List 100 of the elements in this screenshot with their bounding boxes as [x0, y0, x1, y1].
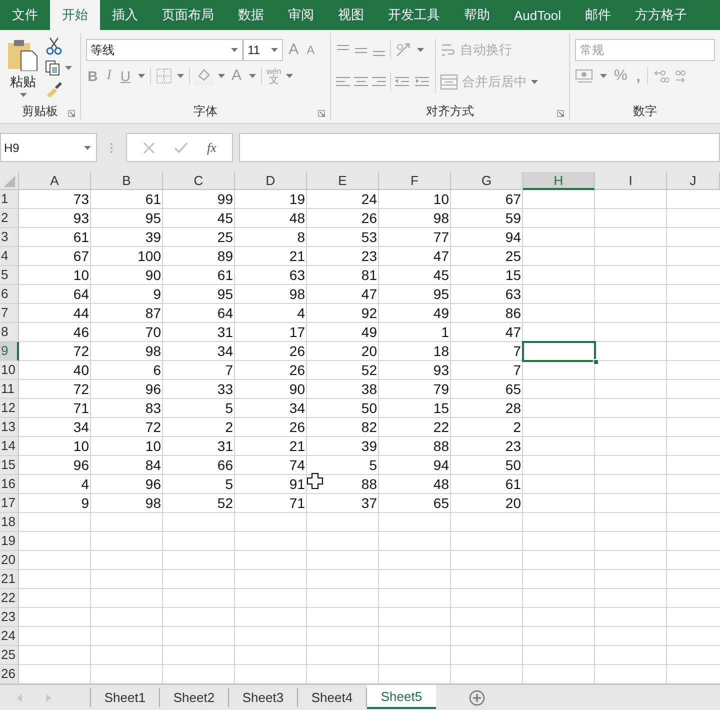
fill-handle[interactable]	[593, 359, 599, 365]
cancel-icon[interactable]	[142, 142, 155, 154]
table-cell: 48	[433, 476, 449, 492]
group-label: 数字	[633, 102, 657, 120]
row-header[interactable]: 7	[0, 304, 19, 323]
row-header[interactable]: 6	[0, 285, 19, 304]
row-header[interactable]: 13	[0, 418, 19, 437]
caret-icon[interactable]	[218, 74, 225, 78]
add-sheet-icon[interactable]	[469, 690, 485, 706]
menu-tab[interactable]: 开始	[50, 0, 100, 30]
decrease-indent-icon[interactable]	[395, 75, 412, 89]
row-header[interactable]: 21	[0, 570, 19, 589]
spreadsheet-grid[interactable]	[0, 172, 720, 684]
currency-icon[interactable]	[575, 68, 595, 84]
copy-icon[interactable]	[45, 60, 61, 76]
font-size-dropdown[interactable]: 11	[242, 39, 283, 61]
select-all-icon[interactable]	[0, 172, 19, 190]
table-cell: 23	[505, 438, 521, 454]
row-header[interactable]: 16	[0, 475, 19, 494]
caret-icon[interactable]	[600, 74, 607, 78]
dialog-launcher-icon[interactable]	[68, 110, 75, 117]
row-header[interactable]: 24	[0, 627, 19, 646]
row-header[interactable]: 12	[0, 399, 19, 418]
menu-tab[interactable]: 页面布局	[150, 0, 226, 30]
caret-icon[interactable]	[138, 74, 145, 78]
row-header[interactable]: 3	[0, 228, 19, 247]
table-cell: 64	[217, 305, 233, 321]
table-cell: 63	[505, 286, 521, 302]
scroll-left-icon[interactable]	[17, 694, 23, 702]
row-header[interactable]: 14	[0, 437, 19, 456]
row-header[interactable]: 5	[0, 266, 19, 285]
menu-tab[interactable]: 数据	[226, 0, 276, 30]
menu-tab[interactable]: 邮件	[572, 0, 623, 30]
sheet-tab[interactable]: Sheet2	[160, 688, 229, 707]
menu-tab[interactable]: 审阅	[276, 0, 326, 30]
row-header[interactable]: 18	[0, 513, 19, 532]
row-header[interactable]: 1	[0, 190, 19, 209]
scissors-icon[interactable]	[45, 37, 63, 55]
sheet-tab[interactable]: Sheet1	[91, 688, 160, 707]
name-box[interactable]: H9	[0, 133, 97, 162]
scroll-right-icon[interactable]	[45, 694, 51, 702]
row-header[interactable]: 10	[0, 361, 19, 380]
decrease-decimal-icon[interactable]	[674, 68, 686, 84]
paste-button[interactable]: 粘贴	[5, 35, 41, 100]
row-header[interactable]: 15	[0, 456, 19, 475]
border-icon[interactable]	[156, 68, 172, 84]
caret-icon	[84, 146, 91, 150]
row-header[interactable]: 9	[0, 342, 19, 361]
menu-tab[interactable]: 开发工具	[376, 0, 452, 30]
caret-icon[interactable]	[417, 48, 424, 52]
increase-indent-icon[interactable]	[415, 75, 432, 89]
row-header[interactable]: 25	[0, 646, 19, 665]
menu-tab[interactable]: 帮助	[452, 0, 502, 30]
column-header[interactable]: A	[19, 172, 91, 190]
row-header[interactable]: 23	[0, 608, 19, 627]
check-icon[interactable]	[174, 142, 188, 154]
sheet-tab[interactable]: Sheet5	[367, 685, 436, 709]
table-cell: 84	[145, 457, 161, 473]
caret-icon[interactable]	[176, 74, 184, 78]
align-left-icon[interactable]	[336, 75, 350, 89]
row-header[interactable]: 4	[0, 247, 19, 266]
column-header[interactable]: I	[595, 172, 667, 190]
table-cell: 72	[73, 381, 89, 397]
row-header[interactable]: 8	[0, 323, 19, 342]
table-cell: 50	[505, 457, 521, 473]
caret-icon[interactable]	[248, 74, 256, 78]
row-header[interactable]: 11	[0, 380, 19, 399]
row-header[interactable]: 22	[0, 589, 19, 608]
caret-icon[interactable]	[65, 66, 72, 70]
row-header[interactable]: 19	[0, 532, 19, 551]
dialog-launcher-icon[interactable]	[318, 110, 326, 117]
align-center-icon[interactable]	[354, 75, 368, 89]
align-right-icon[interactable]	[372, 75, 386, 89]
insert-function-button[interactable]: fx	[207, 140, 216, 156]
dialog-launcher-icon[interactable]	[557, 110, 564, 117]
column-header[interactable]: D	[235, 172, 307, 190]
row-header[interactable]: 26	[0, 665, 19, 684]
cross-cursor-icon	[307, 473, 323, 489]
menu-tab[interactable]: 方方格子	[622, 0, 699, 30]
brush-icon[interactable]	[45, 81, 63, 97]
column-header[interactable]: H	[523, 172, 595, 190]
row-header[interactable]: 20	[0, 551, 19, 570]
sheet-tab[interactable]: Sheet3	[229, 688, 298, 707]
row-header[interactable]: 17	[0, 494, 19, 513]
menu-tab[interactable]: AudTool	[502, 0, 573, 30]
menu-tab[interactable]: 文件	[0, 0, 50, 30]
column-header[interactable]: J	[667, 172, 720, 190]
caret-icon[interactable]	[286, 74, 294, 78]
column-header[interactable]: G	[451, 172, 523, 190]
row-header[interactable]: 2	[0, 209, 19, 228]
column-header[interactable]: E	[307, 172, 379, 190]
font-dropdown[interactable]: 等线	[86, 39, 243, 61]
column-header[interactable]: F	[379, 172, 451, 190]
table-cell: 34	[217, 343, 233, 359]
menu-tab[interactable]: 视图	[326, 0, 376, 30]
column-header[interactable]: B	[91, 172, 163, 190]
column-header[interactable]: C	[163, 172, 235, 190]
increase-decimal-icon[interactable]	[653, 68, 670, 84]
formula-input[interactable]	[239, 133, 720, 162]
menu-tab[interactable]: 插入	[100, 0, 150, 30]
